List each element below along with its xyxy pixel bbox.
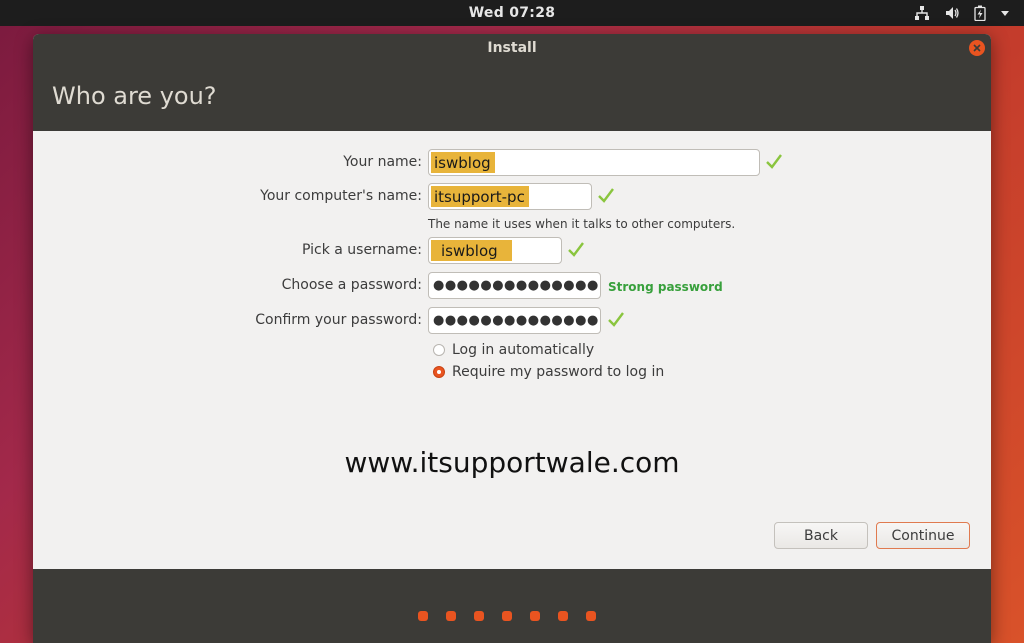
menu-arrow-icon[interactable]: [1000, 8, 1010, 18]
username-value: iswblog: [431, 240, 512, 261]
progress-dot: [586, 611, 596, 621]
computer-name-hint: The name it uses when it talks to other …: [428, 217, 736, 231]
page-title: Who are you?: [52, 82, 217, 110]
computer-name-label: Your computer's name:: [260, 188, 422, 204]
volume-icon[interactable]: [944, 5, 960, 21]
install-window: Install Who are you? Your name: iswblog …: [33, 34, 991, 643]
continue-button[interactable]: Continue: [876, 522, 970, 549]
login-require-option[interactable]: Require my password to log in: [433, 364, 664, 380]
page-header: Who are you?: [33, 61, 991, 131]
clock[interactable]: Wed 07:28: [469, 5, 556, 21]
system-tray[interactable]: [914, 0, 1010, 26]
top-panel: Wed 07:28: [0, 0, 1024, 26]
user-form: Your name: iswblog Your computer's name:…: [33, 131, 991, 569]
battery-icon[interactable]: [974, 5, 986, 21]
name-check-icon: [766, 154, 782, 169]
close-icon: [973, 44, 981, 52]
progress-dot: [558, 611, 568, 621]
watermark-text: www.itsupportwale.com: [344, 446, 680, 479]
password-label: Choose a password:: [281, 277, 422, 293]
name-label: Your name:: [343, 154, 422, 170]
login-require-radio[interactable]: [433, 366, 445, 378]
name-input[interactable]: iswblog: [428, 149, 760, 176]
network-icon[interactable]: [914, 5, 930, 21]
password-value: ●●●●●●●●●●●●●●: [433, 278, 599, 293]
name-value: iswblog: [431, 152, 495, 173]
progress-dot: [502, 611, 512, 621]
username-input[interactable]: iswblog: [428, 237, 562, 264]
password-input[interactable]: ●●●●●●●●●●●●●●: [428, 272, 601, 299]
confirm-password-label: Confirm your password:: [255, 312, 422, 328]
progress-dot: [418, 611, 428, 621]
confirm-password-value: ●●●●●●●●●●●●●●: [433, 313, 599, 328]
username-check-icon: [568, 242, 584, 257]
computer-name-value: itsupport-pc: [431, 186, 529, 207]
slideshow-footer: [33, 569, 991, 643]
password-strength: Strong password: [608, 280, 723, 294]
login-auto-label: Log in automatically: [452, 342, 595, 358]
progress-dot: [530, 611, 540, 621]
confirm-password-check-icon: [608, 312, 624, 327]
computer-name-check-icon: [598, 188, 614, 203]
progress-dot: [474, 611, 484, 621]
login-auto-option[interactable]: Log in automatically: [433, 342, 594, 358]
window-titlebar[interactable]: Install: [33, 34, 991, 61]
computer-name-input[interactable]: itsupport-pc: [428, 183, 592, 210]
login-require-label: Require my password to log in: [452, 364, 665, 380]
progress-dots: [418, 611, 596, 621]
back-button[interactable]: Back: [774, 522, 868, 549]
window-title: Install: [487, 39, 537, 56]
username-label: Pick a username:: [301, 242, 422, 258]
login-auto-radio[interactable]: [433, 344, 445, 356]
progress-dot: [446, 611, 456, 621]
confirm-password-input[interactable]: ●●●●●●●●●●●●●●: [428, 307, 601, 334]
close-button[interactable]: [969, 40, 985, 56]
